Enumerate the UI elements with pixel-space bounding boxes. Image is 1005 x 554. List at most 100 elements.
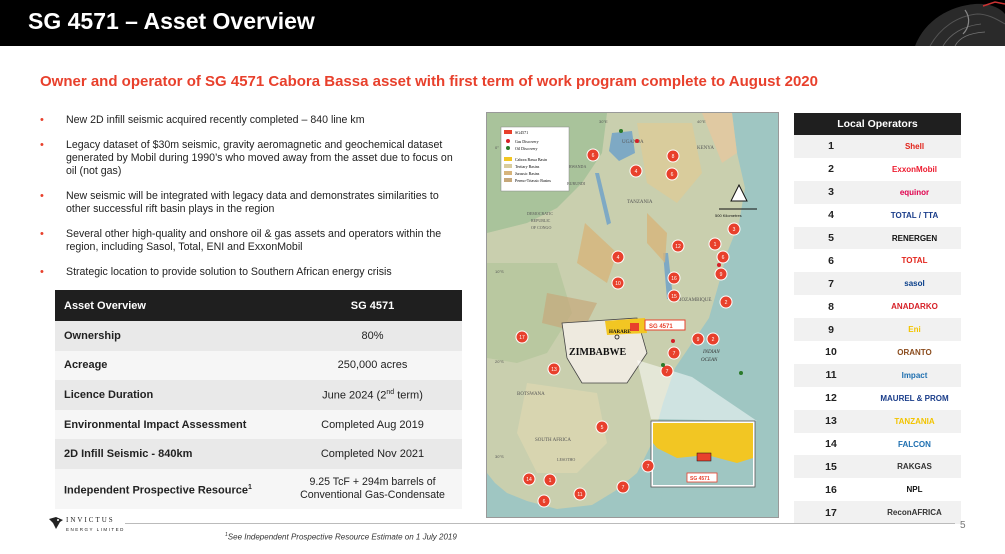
country-label: DEMOCRATIC bbox=[527, 211, 553, 216]
country-label: REPUBLIC bbox=[531, 218, 551, 223]
operator-number: 11 bbox=[825, 369, 837, 382]
page-title: SG 4571 – Asset Overview bbox=[28, 8, 315, 34]
operator-number: 14 bbox=[825, 438, 837, 451]
table-header-value: SG 4571 bbox=[283, 290, 462, 321]
legend-swatch bbox=[504, 178, 512, 182]
country-label: BURUNDI bbox=[567, 181, 586, 186]
table-row: Licence Duration June 2024 (2nd term) bbox=[55, 380, 462, 410]
bullet-text: Strategic location to provide solution t… bbox=[66, 266, 392, 278]
gas-discovery-dot bbox=[717, 263, 721, 267]
inset-callout-label: SG 4571 bbox=[690, 476, 710, 482]
table-row: Acreage 250,000 acres bbox=[55, 350, 462, 381]
ocean-label: OCEAN bbox=[701, 358, 718, 363]
operator-row: 6 TOTAL bbox=[794, 249, 961, 272]
country-label: SOUTH AFRICA bbox=[535, 438, 571, 443]
operator-logo: FALCON bbox=[898, 439, 931, 449]
oil-discovery-dot bbox=[739, 371, 743, 375]
header-elephant-art bbox=[895, 0, 1005, 46]
country-label: RWANDA bbox=[569, 164, 586, 169]
operator-logo: Shell bbox=[904, 141, 925, 151]
legend-swatch bbox=[504, 171, 512, 175]
row-label: Ownership bbox=[55, 321, 283, 351]
operator-logo: NPL bbox=[906, 485, 923, 495]
inset-block bbox=[696, 452, 712, 462]
operator-logo: equinor bbox=[899, 187, 930, 197]
operator-number: 6 bbox=[828, 254, 834, 267]
lat-label: 30°S bbox=[495, 454, 504, 459]
operator-logo: TANZANIA bbox=[894, 416, 935, 426]
marker-label: 15 bbox=[671, 294, 677, 300]
operator-row: 14 FALCON bbox=[794, 433, 961, 456]
legend-swatch bbox=[506, 139, 510, 143]
operator-logo: RAKGAS bbox=[897, 462, 932, 472]
row-value-tail: term) bbox=[394, 389, 423, 402]
legend-text: Cabora Bassa Basin bbox=[515, 157, 547, 162]
page-number: 5 bbox=[960, 520, 966, 531]
country-label: BOTSWANA bbox=[517, 392, 545, 397]
operator-row: 2 ExxonMobil bbox=[794, 158, 961, 181]
marker-label: 1 bbox=[714, 242, 717, 248]
country-label-zimbabwe: ZIMBABWE bbox=[569, 347, 627, 358]
operator-number: 8 bbox=[828, 300, 834, 313]
operator-number: 4 bbox=[828, 209, 834, 222]
country-label: LESOTHO bbox=[557, 457, 575, 462]
sg4571-block bbox=[630, 323, 639, 331]
legend-text: Permo-Triassic Basins bbox=[515, 178, 551, 183]
marker-label: 6 bbox=[543, 499, 546, 505]
row-value-line: Conventional Gas-Condensate bbox=[300, 488, 445, 501]
row-value: June 2024 (2nd term) bbox=[283, 380, 462, 410]
bullet-item: • Several other high-quality and onshore … bbox=[40, 228, 465, 254]
operator-row: 17 ReconAFRICA bbox=[794, 501, 961, 525]
operator-logo: ReconAFRICA bbox=[887, 508, 942, 518]
operator-logo: RENERGEN bbox=[891, 233, 938, 243]
marker-label: 7 bbox=[622, 485, 625, 491]
footer-divider bbox=[125, 523, 955, 524]
bullet-marker: • bbox=[40, 228, 44, 240]
bullet-item: • Strategic location to provide solution … bbox=[40, 266, 465, 279]
country-label: MOZAMBIQUE bbox=[677, 298, 711, 303]
lat-label: 0° bbox=[495, 145, 499, 150]
marker-label: 13 bbox=[551, 367, 557, 373]
operator-logo: MAUREL & PROM bbox=[880, 393, 949, 403]
marker-label: 4 bbox=[617, 255, 620, 261]
marker-label: 9 bbox=[697, 337, 700, 343]
invictus-logo-icon bbox=[48, 516, 64, 535]
legend-text: Tertiary Basins bbox=[515, 164, 540, 169]
operator-logo: ORANTO bbox=[897, 347, 932, 357]
bullet-item: • New 2D infill seismic acquired recently… bbox=[40, 114, 465, 127]
row-label-text: Independent Prospective Resource bbox=[64, 484, 248, 497]
row-label: 2D Infill Seismic - 840km bbox=[55, 439, 283, 469]
bullet-marker: • bbox=[40, 190, 44, 202]
company-subtitle: ENERGY LIMITED bbox=[66, 527, 125, 532]
lon-label: 30°E bbox=[599, 119, 608, 124]
marker-label: 14 bbox=[526, 477, 532, 483]
legend-swatch bbox=[504, 164, 512, 168]
bullet-marker: • bbox=[40, 266, 44, 278]
legend-swatch bbox=[504, 130, 512, 134]
operator-row: 9 Eni bbox=[794, 318, 961, 342]
row-label: Acreage bbox=[55, 350, 283, 381]
table-header-row: Asset Overview SG 4571 bbox=[55, 290, 462, 321]
row-label: Independent Prospective Resource1 bbox=[55, 468, 283, 509]
city-label: HARARE bbox=[609, 330, 631, 335]
operator-row: 12 MAUREL & PROM bbox=[794, 387, 961, 410]
operator-number: 13 bbox=[825, 415, 837, 428]
lon-label: 40°E bbox=[697, 119, 706, 124]
operator-logo: Eni bbox=[908, 325, 921, 335]
legend-swatch bbox=[504, 157, 512, 161]
row-label: Environmental Impact Assessment bbox=[55, 409, 283, 440]
footnote: 1See Independent Prospective Resource Es… bbox=[225, 532, 457, 542]
marker-label: 7 bbox=[666, 369, 669, 375]
marker-label: 3 bbox=[733, 227, 736, 233]
block-callout-label: SG 4571 bbox=[649, 324, 673, 330]
row-value: 80% bbox=[283, 321, 462, 351]
operator-logo: Impact bbox=[901, 370, 928, 380]
operator-row: 10 ORANTO bbox=[794, 341, 961, 364]
legend-text: Gas Discovery bbox=[515, 139, 539, 144]
bullet-text: Several other high-quality and onshore o… bbox=[66, 228, 442, 253]
operator-row: 3 equinor bbox=[794, 180, 961, 204]
marker-label: 12 bbox=[675, 244, 681, 250]
lat-label: 20°S bbox=[495, 359, 504, 364]
country-label: KENYA bbox=[697, 146, 714, 151]
operator-number: 12 bbox=[825, 392, 837, 405]
